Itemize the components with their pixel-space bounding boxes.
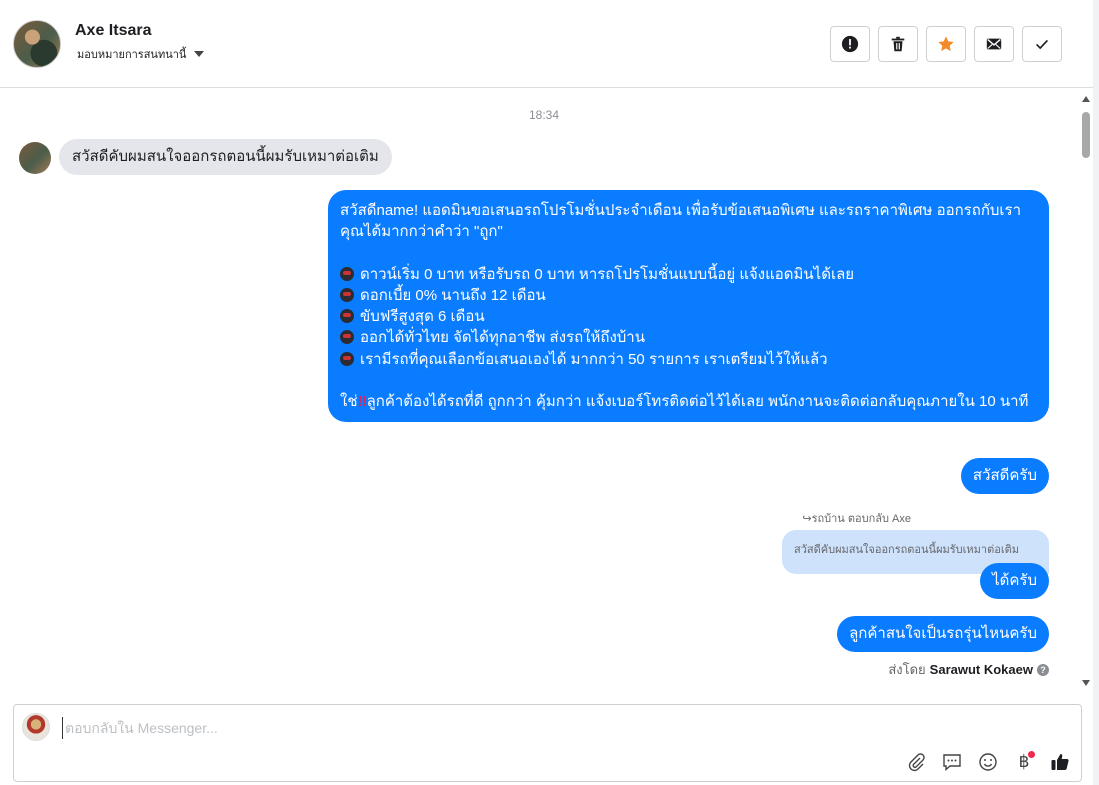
car-emoji-icon <box>340 309 354 324</box>
scroll-up-icon[interactable] <box>1082 96 1090 102</box>
contact-name[interactable]: Axe Itsara <box>75 22 152 40</box>
saved-replies-icon <box>943 754 961 772</box>
mark-done-button[interactable] <box>1022 26 1062 62</box>
reply-input[interactable] <box>62 717 882 739</box>
promo-bullet: ขับฟรีสูงสุด 6 เดือน <box>340 306 1037 327</box>
promo-bullet-text: ขับฟรีสูงสุด 6 เดือน <box>360 308 485 326</box>
promo-closing: ใช่‼ลูกค้าต้องได้รถที่ดี ถูกกว่า คุ้มกว่… <box>340 391 1037 412</box>
check-icon <box>1036 39 1048 50</box>
attach-button[interactable] <box>905 751 927 773</box>
promo-bullet-text: ดาวน์เริ่ม 0 บาท หรือรับรถ 0 บาท หารถโปร… <box>360 265 855 283</box>
composer-actions: ฿ <box>905 751 1071 773</box>
promo-bullet: ออกได้ทั่วไทย จัดได้ทุกอาชีพ ส่งรถให้ถึง… <box>340 327 1037 348</box>
assign-label: มอบหมายการสนทนานี้ <box>77 49 187 61</box>
delete-button[interactable] <box>878 26 918 62</box>
incoming-message[interactable]: สวัสดีคับผมสนใจออกรถตอนนี้ผมรับเหมาต่อเต… <box>59 139 392 175</box>
mark-unread-button[interactable] <box>974 26 1014 62</box>
car-emoji-icon <box>340 287 354 302</box>
window-edge <box>1093 0 1099 785</box>
reply-context: ↪รถบ้าน ตอบกลับ Axe <box>802 509 911 527</box>
conversation-toolbar <box>830 26 1062 62</box>
reply-arrow-icon: ↪ <box>802 513 812 525</box>
mail-icon <box>986 38 1002 50</box>
sent-by-label: ส่งโดย <box>888 662 926 677</box>
messages-scrollbar[interactable] <box>1080 94 1092 688</box>
outgoing-message-question[interactable]: ลูกค้าสนใจเป็นรถรุ่นไหนครับ <box>837 616 1049 652</box>
payment-button[interactable]: ฿ <box>1013 751 1035 773</box>
mark-spam-button[interactable] <box>830 26 870 62</box>
promo-bullet: เรามีรถที่คุณเลือกข้อเสนอเองได้ มากกว่า … <box>340 349 1037 370</box>
double-exclamation-icon: ‼ <box>357 393 367 411</box>
car-emoji-icon <box>340 330 354 345</box>
outgoing-message-greeting[interactable]: สวัสดีครับ <box>960 458 1049 494</box>
paperclip-icon <box>908 753 925 772</box>
trash-icon <box>891 36 905 52</box>
reply-composer: ฿ <box>13 704 1082 782</box>
promo-bullet-text: ออกได้ทั่วไทย จัดได้ทุกอาชีพ ส่งรถให้ถึง… <box>360 329 645 347</box>
car-emoji-icon <box>340 351 354 366</box>
like-button[interactable] <box>1049 751 1071 773</box>
sent-by-info: ส่งโดย Sarawut Kokaew ? <box>888 659 1049 680</box>
car-emoji-icon <box>340 266 354 281</box>
closing-text: ลูกค้าต้องได้รถที่ดี ถูกกว่า คุ้มกว่า แจ… <box>366 393 1029 411</box>
promo-intro: สวัสดีname! แอดมินขอเสนอรถโปรโมชั่นประจำ… <box>340 202 1022 241</box>
page-avatar <box>22 713 50 741</box>
reply-context-text: รถบ้าน ตอบกลับ Axe <box>811 513 911 525</box>
assign-conversation-dropdown[interactable]: มอบหมายการสนทนานี้ <box>77 45 205 63</box>
closing-prefix: ใช่ <box>340 393 358 411</box>
alert-icon <box>841 35 859 53</box>
emoji-button[interactable] <box>977 751 999 773</box>
sender-name: Sarawut Kokaew <box>929 662 1033 677</box>
message-timestamp: 18:34 <box>528 108 560 122</box>
saved-replies-button[interactable] <box>941 751 963 773</box>
star-button[interactable] <box>926 26 966 62</box>
outgoing-promo-message[interactable]: สวัสดีname! แอดมินขอเสนอรถโปรโมชั่นประจำ… <box>328 190 1049 423</box>
emoji-icon <box>979 753 997 771</box>
outgoing-message-ok[interactable]: ได้ครับ <box>980 563 1049 599</box>
promo-bullet-text: เรามีรถที่คุณเลือกข้อเสนอเองได้ มากกว่า … <box>360 350 828 368</box>
help-icon[interactable]: ? <box>1037 663 1049 676</box>
promo-bullet: ดอกเบี้ย 0% นานถึง 12 เดือน <box>340 285 1037 306</box>
promo-bullet-text: ดอกเบี้ย 0% นานถึง 12 เดือน <box>360 286 546 304</box>
conversation-header: Axe Itsara มอบหมายการสนทนานี้ <box>0 0 1093 88</box>
notification-dot <box>1028 751 1035 758</box>
thumbs-up-icon <box>1051 754 1069 771</box>
scroll-down-icon[interactable] <box>1082 680 1090 686</box>
contact-avatar[interactable] <box>13 20 61 68</box>
promo-bullet: ดาวน์เริ่ม 0 บาท หรือรับรถ 0 บาท หารถโปร… <box>340 264 1037 285</box>
caret-down-icon <box>194 51 205 57</box>
star-icon <box>938 36 954 52</box>
sender-avatar[interactable] <box>19 142 51 174</box>
